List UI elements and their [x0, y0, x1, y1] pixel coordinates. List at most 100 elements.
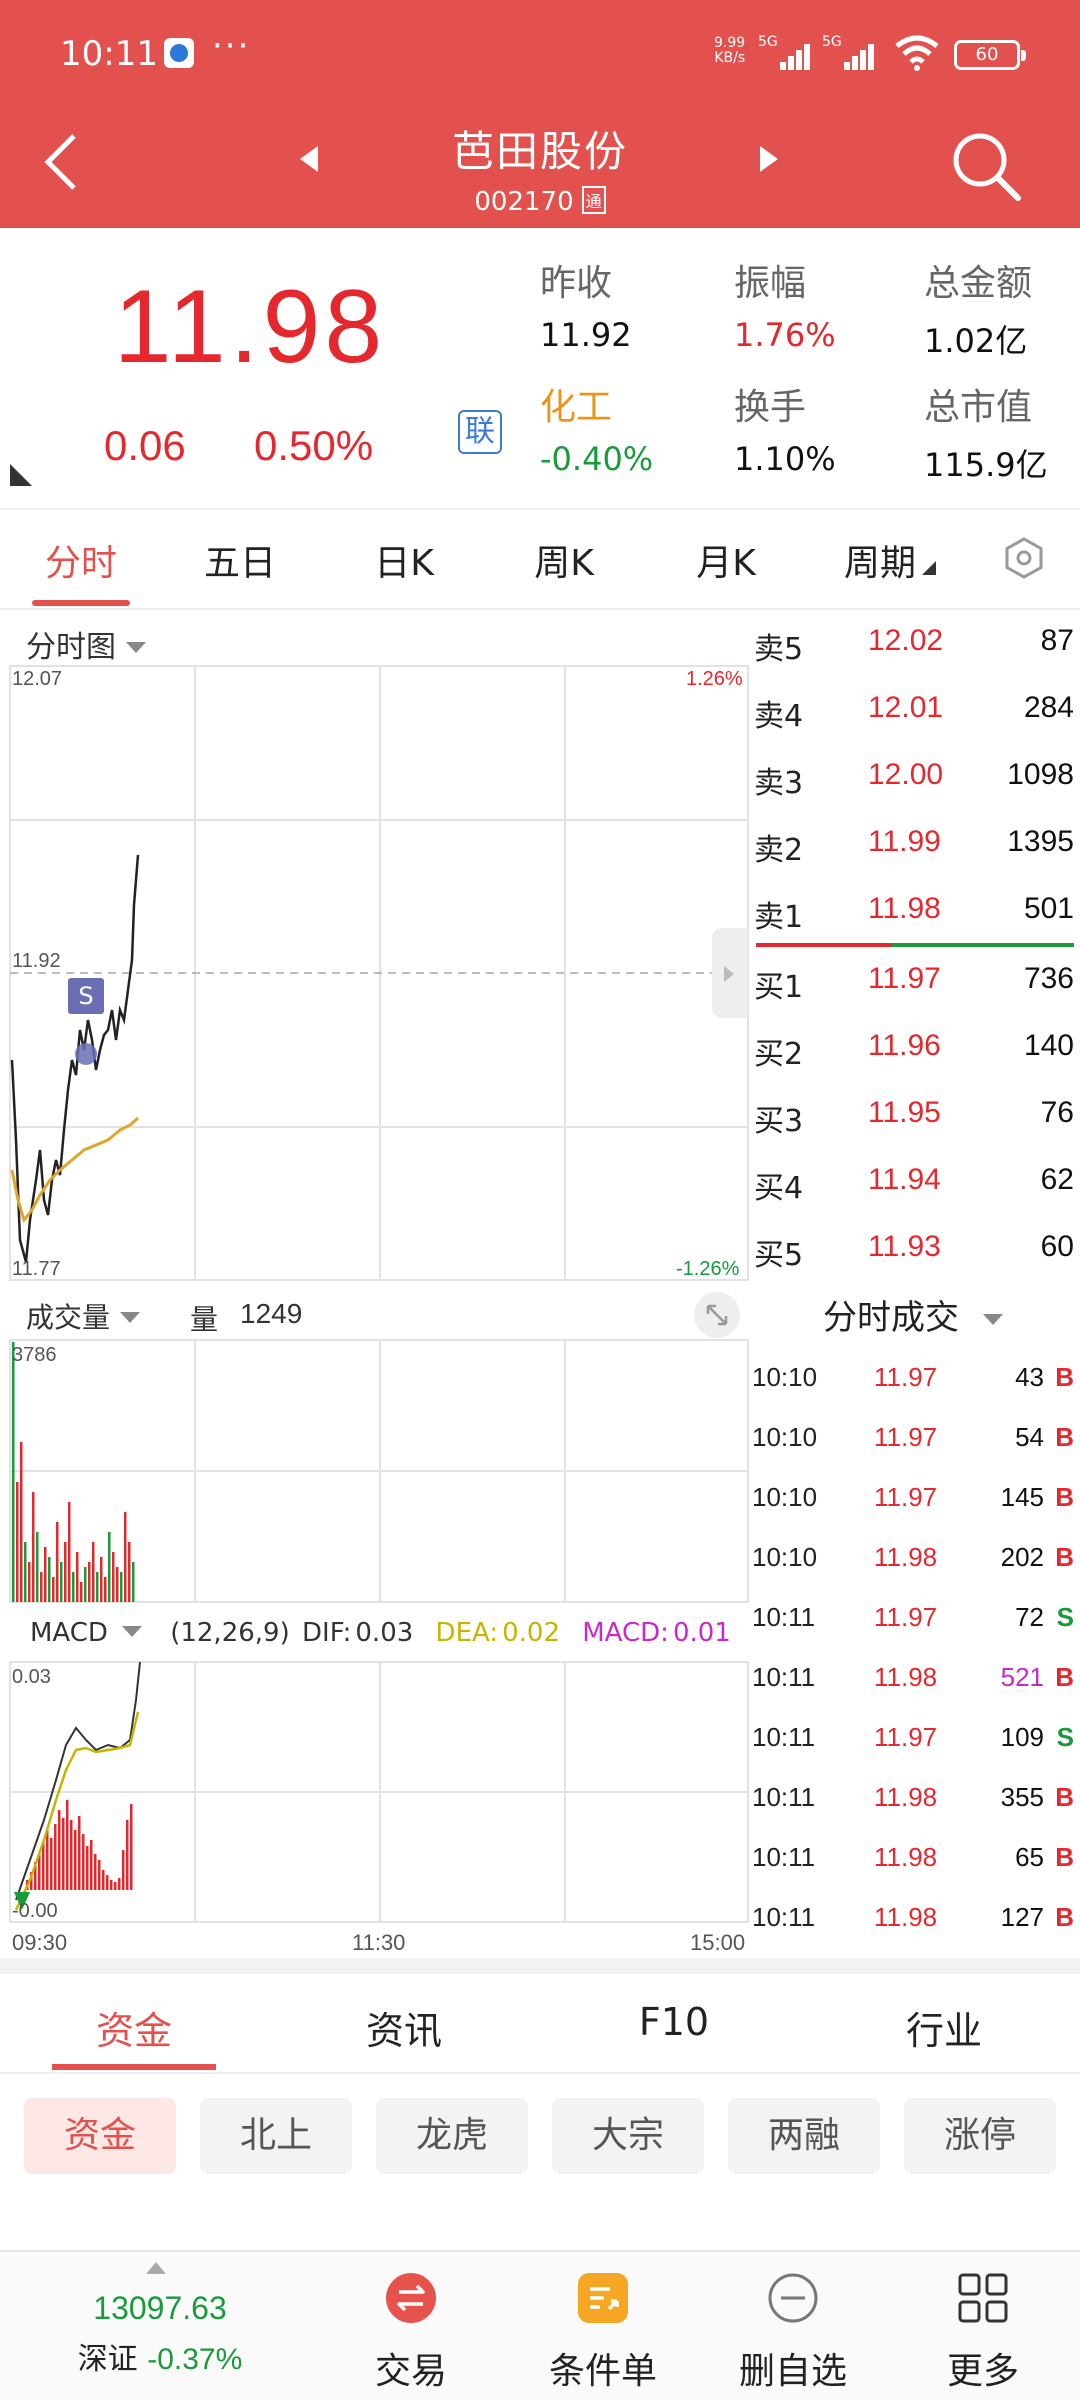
ob-label: 买5	[754, 1238, 804, 1273]
bid-row[interactable]: 买2 11.96 140	[752, 1015, 1074, 1081]
bid-row[interactable]: 买5 11.93 60	[752, 1216, 1074, 1282]
divider	[0, 2072, 1080, 2074]
volume-bar	[124, 1512, 127, 1602]
bid-row[interactable]: 买1 11.97 736	[752, 948, 1074, 1014]
expand-icon[interactable]	[694, 1292, 740, 1338]
more-button[interactable]: 更多	[898, 2272, 1068, 2394]
info-tab-funds[interactable]: 资金	[34, 2000, 234, 2055]
condition-order-label: 条件单	[548, 2351, 657, 2392]
info-tab-industry[interactable]: 行业	[844, 2000, 1044, 2055]
dif-value: 0.03	[355, 1618, 414, 1648]
volume-bar	[84, 1567, 87, 1602]
chip-margin[interactable]: 两融	[728, 2098, 880, 2174]
volume-bar	[112, 1552, 115, 1602]
chip-funds[interactable]: 资金	[24, 2098, 176, 2174]
volume-bar	[88, 1562, 91, 1602]
tick-side: B	[1055, 1662, 1074, 1692]
macd-min-label: -0.00	[12, 1900, 58, 1922]
macd-dropdown[interactable]: MACD	[30, 1618, 146, 1648]
info-tab-f10[interactable]: F10	[574, 2000, 774, 2044]
info-tab-underline	[52, 2064, 216, 2070]
ob-volume: 501	[1023, 892, 1074, 925]
ask-row[interactable]: 卖5 12.02 87	[752, 610, 1074, 676]
macd-bar	[114, 1882, 117, 1890]
macd-title: MACD	[30, 1618, 108, 1648]
tick-row: 10:10 11.98 202 B	[752, 1526, 1078, 1586]
condition-order-button[interactable]: 条件单	[518, 2272, 688, 2394]
volume-bar	[92, 1542, 95, 1602]
ask-row[interactable]: 卖1 11.98 501	[752, 878, 1074, 944]
chip-northbound[interactable]: 北上	[200, 2098, 352, 2174]
volume-bar	[76, 1552, 79, 1602]
tick-time: 10:11	[752, 1722, 816, 1752]
volume-bar	[72, 1572, 75, 1602]
macd-bar	[42, 1842, 45, 1890]
ask-row[interactable]: 卖2 11.99 1395	[752, 811, 1074, 877]
tick-volume: 127	[1000, 1902, 1044, 1932]
chevron-down-icon	[983, 1314, 1003, 1325]
macd-label: MACD:	[582, 1618, 669, 1648]
volume-bar	[100, 1557, 103, 1602]
ob-volume: 1395	[1007, 825, 1074, 858]
ob-price: 11.95	[868, 1096, 941, 1129]
tick-price: 11.97	[874, 1602, 938, 1632]
remove-watchlist-button[interactable]: 删自选	[708, 2272, 878, 2394]
ob-price: 12.02	[868, 624, 944, 657]
ob-volume: 1098	[1007, 758, 1074, 791]
volume-dropdown[interactable]: 成交量	[26, 1296, 141, 1336]
tick-price: 11.98	[874, 1842, 938, 1872]
index-change: -0.37%	[147, 2343, 243, 2376]
pct-high-label: 1.26%	[686, 668, 743, 690]
volume-bar	[28, 1562, 31, 1602]
orderbook-toggle-handle[interactable]	[712, 928, 748, 1018]
ask-row[interactable]: 卖3 12.00 1098	[752, 744, 1074, 810]
chip-dragon-tiger[interactable]: 龙虎	[376, 2098, 528, 2174]
chevron-up-icon	[146, 2262, 166, 2274]
price-low-label: 11.77	[12, 1258, 61, 1280]
ob-price: 11.97	[868, 962, 941, 995]
tick-price: 11.97	[874, 1362, 938, 1392]
chip-block-trade[interactable]: 大宗	[552, 2098, 704, 2174]
info-tab-news[interactable]: 资讯	[304, 2000, 504, 2055]
tick-side: B	[1055, 1362, 1074, 1392]
tick-volume: 355	[1000, 1782, 1044, 1812]
macd-bar	[50, 1838, 53, 1890]
trade-button[interactable]: 交易	[326, 2272, 496, 2394]
volume-bar	[36, 1532, 39, 1602]
volume-bar	[24, 1542, 27, 1602]
tick-side: B	[1055, 1902, 1074, 1932]
orderbook-divider-ask	[756, 943, 892, 947]
orderbook-divider-bid	[892, 943, 1074, 947]
ask-row[interactable]: 卖4 12.01 284	[752, 677, 1074, 743]
tick-volume: 65	[1015, 1842, 1044, 1872]
volume-label: 量	[190, 1303, 219, 1336]
macd-bar	[98, 1860, 101, 1890]
macd-bar	[74, 1830, 77, 1890]
macd-value: 0.01	[672, 1618, 731, 1648]
tick-row: 10:11 11.98 355 B	[752, 1766, 1078, 1826]
volume-bar	[120, 1572, 123, 1602]
volume-bar	[32, 1492, 35, 1602]
macd-bar	[86, 1846, 89, 1890]
tick-price: 11.97	[874, 1422, 938, 1452]
time-axis-mid: 11:30	[352, 1930, 406, 1955]
ob-volume: 76	[1040, 1096, 1074, 1129]
macd-bar	[106, 1875, 109, 1890]
tick-side: B	[1055, 1482, 1074, 1512]
chip-limit-up[interactable]: 涨停	[904, 2098, 1056, 2174]
bid-row[interactable]: 买4 11.94 62	[752, 1149, 1074, 1215]
remove-watchlist-label: 删自选	[738, 2351, 847, 2392]
tick-price: 11.98	[874, 1662, 938, 1692]
ob-label: 卖1	[754, 900, 804, 935]
bid-row[interactable]: 买3 11.95 76	[752, 1082, 1074, 1148]
tick-time: 10:11	[752, 1602, 816, 1632]
ob-volume: 60	[1040, 1230, 1074, 1263]
volume-max-label: 3786	[12, 1344, 57, 1366]
ticks-dropdown[interactable]: 分时成交	[752, 1290, 1074, 1339]
tick-price: 11.98	[874, 1782, 938, 1812]
tick-volume: 72	[1015, 1602, 1044, 1632]
ob-volume: 62	[1040, 1163, 1074, 1196]
volume-bar	[48, 1557, 51, 1602]
sell-marker[interactable]: S	[68, 978, 104, 1014]
tick-side: B	[1055, 1422, 1074, 1452]
